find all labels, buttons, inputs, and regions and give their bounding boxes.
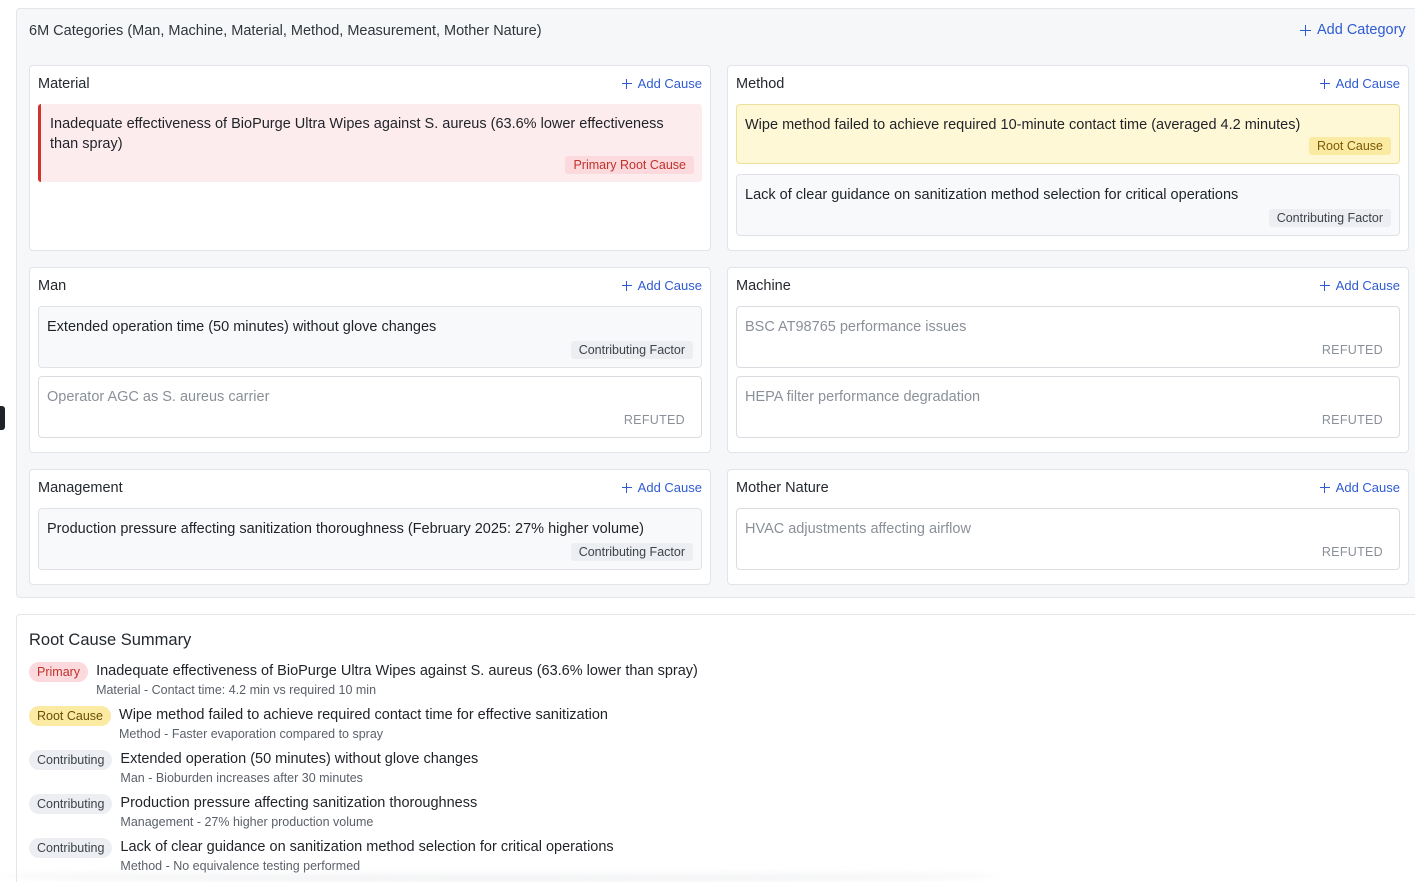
summary-detail: Man - Bioburden increases after 30 minut… [120,771,363,785]
cause-text: Production pressure affecting sanitizati… [47,521,644,537]
cause-status-tag: REFUTED [1321,545,1383,559]
cause-status-tag: REFUTED [1321,343,1383,357]
summary-badge: Primary [29,662,89,682]
summary-item: Contributing Production pressure affecti… [29,793,477,831]
cause-card[interactable]: Extended operation time (50 minutes) wit… [38,306,702,368]
cause-status-tag: Contributing Factor [1268,209,1391,227]
category-name: Material [38,76,90,92]
summary-text: Wipe method failed to achieve required c… [119,707,608,723]
category-name: Mother Nature [736,480,829,496]
cause-text: Operator AGC as S. aureus carrier [47,389,270,405]
summary-badge: Contributing [29,838,113,858]
cause-text: Inadequate effectiveness of BioPurge Ult… [50,116,664,152]
plus-icon [1300,24,1311,36]
cause-card[interactable]: Production pressure affecting sanitizati… [38,508,702,570]
plus-icon [621,280,632,291]
category-card-man: Man Add Cause Extended operation time (5… [29,267,711,453]
side-drawer-handle[interactable] [0,406,5,430]
cause-card[interactable]: Inadequate effectiveness of BioPurge Ult… [38,104,702,182]
summary-detail: Method - Faster evaporation compared to … [119,727,384,741]
summary-text: Lack of clear guidance on sanitization m… [120,839,614,855]
cause-text: Lack of clear guidance on sanitization m… [745,187,1239,203]
add-cause-label: Add Cause [1335,278,1400,293]
cause-card[interactable]: HEPA filter performance degradation REFU… [736,376,1400,438]
add-cause-button[interactable]: Add Cause [621,480,702,495]
add-cause-label: Add Cause [1335,480,1400,495]
cause-text: Wipe method failed to achieve required 1… [745,117,1301,133]
cause-status-tag: Primary Root Cause [565,156,694,174]
categories-panel: 6M Categories (Man, Machine, Material, M… [16,8,1415,598]
category-name: Method [736,76,785,92]
summary-text: Production pressure affecting sanitizati… [120,795,478,811]
summary-badge: Root Cause [29,706,112,726]
plus-icon [621,78,632,89]
panel-title: 6M Categories (Man, Machine, Material, M… [29,23,542,39]
summary-badge: Contributing [29,750,113,770]
summary-title: Root Cause Summary [29,631,192,649]
summary-detail: Material - Contact time: 4.2 min vs requ… [96,683,377,697]
add-cause-button[interactable]: Add Cause [1319,76,1400,91]
cause-status-tag: Contributing Factor [570,543,693,561]
cause-text: HVAC adjustments affecting airflow [745,521,971,537]
plus-icon [1319,280,1330,291]
add-category-label: Add Category [1317,22,1406,38]
summary-detail: Management - 27% higher production volum… [120,815,374,829]
cause-card[interactable]: Wipe method failed to achieve required 1… [736,104,1400,164]
category-name: Machine [736,278,791,294]
root-cause-summary-panel: Root Cause Summary Primary Inadequate ef… [16,614,1415,882]
category-card-machine: Machine Add Cause BSC AT98765 performanc… [727,267,1409,453]
add-cause-label: Add Cause [637,278,702,293]
add-cause-button[interactable]: Add Cause [621,278,702,293]
cause-text: BSC AT98765 performance issues [745,319,967,335]
category-card-mother-nature: Mother Nature Add Cause HVAC adjustments… [727,469,1409,585]
add-cause-button[interactable]: Add Cause [621,76,702,91]
summary-item: Root Cause Wipe method failed to achieve… [29,705,608,743]
cause-text: HEPA filter performance degradation [745,389,981,405]
cause-card[interactable]: BSC AT98765 performance issues REFUTED [736,306,1400,368]
plus-icon [1319,78,1330,89]
cause-card[interactable]: HVAC adjustments affecting airflow REFUT… [736,508,1400,570]
cause-status-tag: REFUTED [1321,413,1383,427]
cause-status-tag: Contributing Factor [570,341,693,359]
scroll-shadow [0,870,1000,882]
summary-text: Inadequate effectiveness of BioPurge Ult… [96,663,698,679]
add-cause-label: Add Cause [637,480,702,495]
plus-icon [1319,482,1330,493]
cause-card[interactable]: Lack of clear guidance on sanitization m… [736,174,1400,236]
add-cause-button[interactable]: Add Cause [1319,480,1400,495]
cause-text: Extended operation time (50 minutes) wit… [47,319,437,335]
add-cause-button[interactable]: Add Cause [1319,278,1400,293]
cause-card[interactable]: Operator AGC as S. aureus carrier REFUTE… [38,376,702,438]
plus-icon [621,482,632,493]
summary-badge: Contributing [29,794,113,814]
category-card-management: Management Add Cause Production pressure… [29,469,711,585]
cause-status-tag: REFUTED [623,413,685,427]
category-card-method: Method Add Cause Wipe method failed to a… [727,65,1409,251]
category-card-material: Material Add Cause Inadequate effectiven… [29,65,711,251]
add-category-button[interactable]: Add Category [1300,22,1406,38]
category-name: Man [38,278,67,294]
summary-item: Contributing Extended operation (50 minu… [29,749,478,787]
cause-status-tag: Root Cause [1308,137,1391,155]
category-name: Management [38,480,123,496]
summary-item: Primary Inadequate effectiveness of BioP… [29,661,698,699]
summary-text: Extended operation (50 minutes) without … [120,751,479,767]
add-cause-label: Add Cause [1335,76,1400,91]
add-cause-label: Add Cause [637,76,702,91]
